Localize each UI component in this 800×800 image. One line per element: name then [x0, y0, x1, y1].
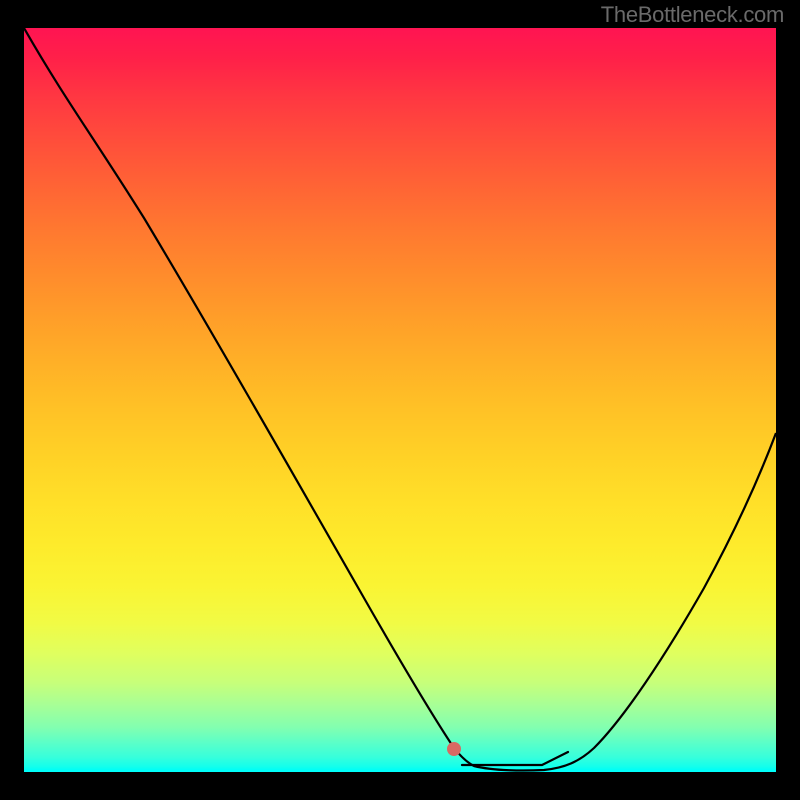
watermark-label: TheBottleneck.com	[601, 2, 784, 28]
chart-container: TheBottleneck.com	[0, 0, 800, 800]
curve-min-dot-icon	[447, 742, 461, 756]
curve-svg	[24, 28, 776, 772]
bottleneck-curve	[24, 28, 776, 771]
optimal-range-marker	[462, 752, 568, 765]
plot-area	[24, 28, 776, 772]
